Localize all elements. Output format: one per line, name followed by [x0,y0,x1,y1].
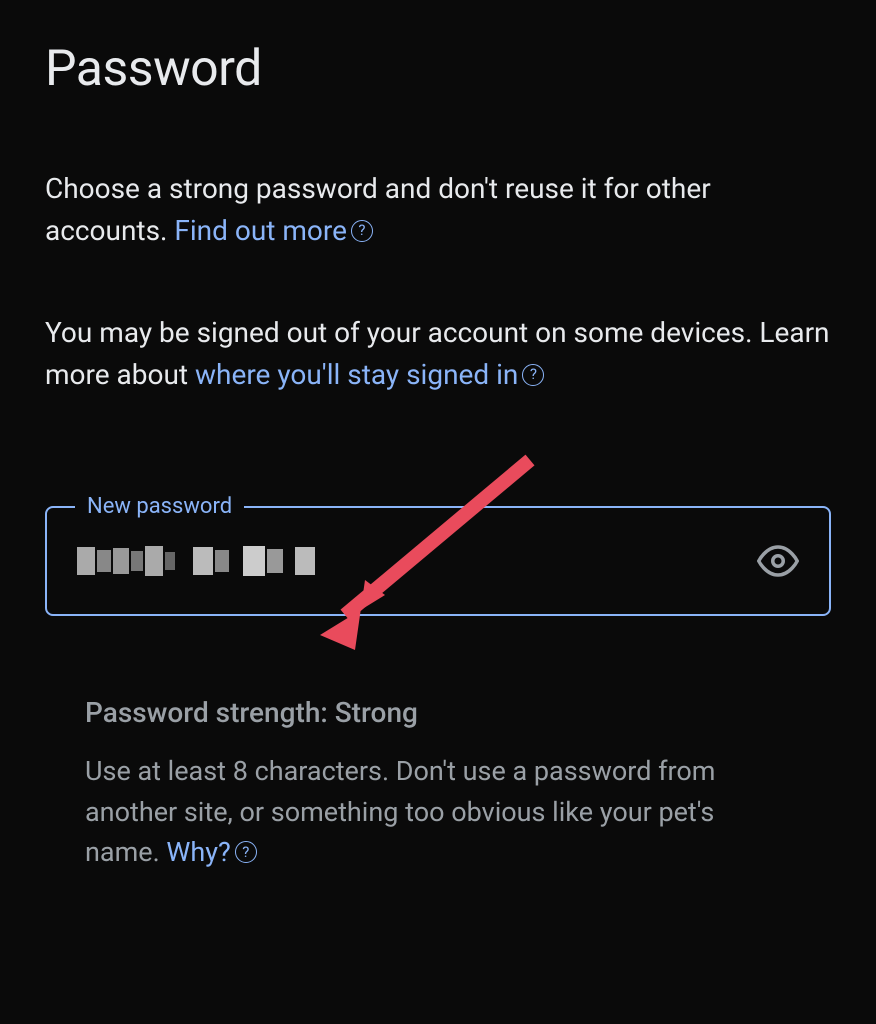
eye-icon [757,540,799,582]
strength-label: Password strength: Strong [85,696,771,729]
strength-section: Password strength: Strong Use at least 8… [45,696,831,873]
stay-signed-in-link[interactable]: where you'll stay signed in? [195,358,544,391]
password-input[interactable] [77,536,315,586]
toggle-visibility-button[interactable] [757,540,799,582]
password-input-container: New password [45,506,831,616]
strength-hint: Use at least 8 characters. Don't use a p… [85,751,771,873]
signout-notice: You may be signed out of your account on… [45,312,831,396]
help-icon: ? [522,364,544,386]
find-out-more-link[interactable]: Find out more? [174,214,373,247]
help-icon: ? [351,220,373,242]
description-prefix: Choose a strong password and don't reuse… [45,172,711,247]
description-text: Choose a strong password and don't reuse… [45,168,831,252]
password-input-label: New password [75,494,244,519]
help-icon: ? [235,841,257,863]
why-link[interactable]: Why?? [166,836,256,868]
page-title: Password [45,40,831,98]
